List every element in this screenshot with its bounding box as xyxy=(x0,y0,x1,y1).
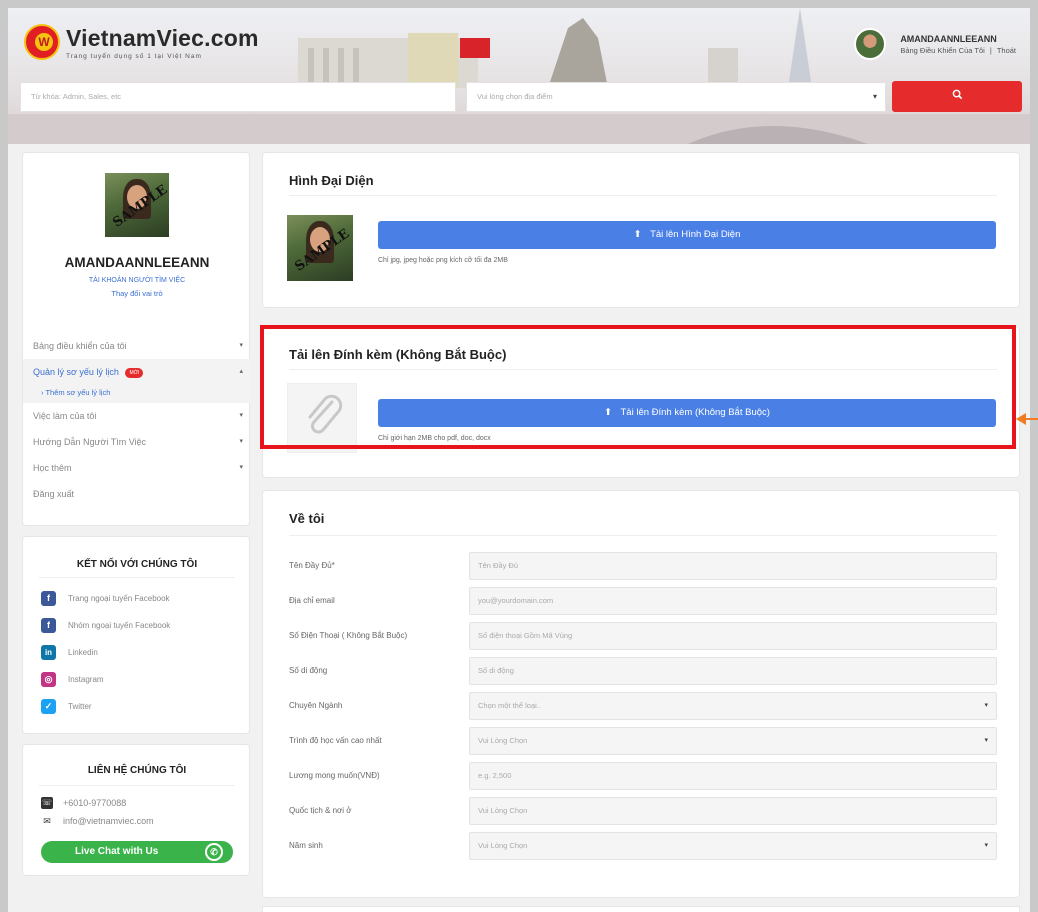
highlight-box xyxy=(260,325,1016,449)
avatar-section-title: Hình Đại Diện xyxy=(289,173,374,188)
next-card-edge xyxy=(262,906,1020,912)
avatar-upload-card: Hình Đại Diện SAMPLE ⬆ Tải lên Hình Đại … xyxy=(262,152,1020,308)
profile-name: AMANDAANNLEEANN xyxy=(64,255,210,270)
facebook-icon: f xyxy=(41,618,56,633)
social-link-linkedin[interactable]: in Linkedin xyxy=(41,645,98,660)
mobile-field[interactable]: Số di động xyxy=(469,657,997,685)
email-field[interactable]: you@yourdomain.com xyxy=(469,587,997,615)
change-role-link[interactable]: Thay đổi vai trò xyxy=(23,289,251,298)
sidebar-item-job-seeker-guide[interactable]: Hướng Dẫn Người Tìm Việc ▾ xyxy=(23,429,251,455)
sidebar-item-dashboard[interactable]: Bảng điều khiển của tôi ▾ xyxy=(23,333,251,359)
chevron-down-icon: ▾ xyxy=(239,412,243,419)
logo-mark-icon: W xyxy=(24,24,60,60)
salary-field[interactable]: e.g. 2,500 xyxy=(469,762,997,790)
nationality-label: Quốc tịch & nơi ở xyxy=(289,806,352,815)
avatar[interactable] xyxy=(854,28,887,60)
phone-icon: ☏ xyxy=(41,797,53,809)
keyword-search-input[interactable]: Từ khóa: Admin, Sales, etc xyxy=(20,82,456,112)
linkedin-icon: in xyxy=(41,645,56,660)
birth-year-select[interactable]: Vui Lòng Chọn ▾ xyxy=(469,832,997,860)
live-chat-button[interactable]: Live Chat with Us ✆ xyxy=(41,841,233,863)
social-link-instagram[interactable]: ◎ Instagram xyxy=(41,672,104,687)
caret-down-icon: ▾ xyxy=(984,842,988,849)
twitter-icon: ✓ xyxy=(41,699,56,714)
sidebar-menu: Bảng điều khiển của tôi ▾ Quản lý sơ yếu… xyxy=(23,333,251,507)
social-link-twitter[interactable]: ✓ Twitter xyxy=(41,699,92,714)
profile-photo: SAMPLE xyxy=(105,173,169,237)
education-select[interactable]: Vui Lòng Chọn ▾ xyxy=(469,727,997,755)
connect-card: KẾT NỐI VỚI CHÚNG TÔI f Trang ngoại tuyế… xyxy=(22,536,250,734)
logout-link[interactable]: Thoát xyxy=(997,46,1016,55)
phone-field[interactable]: Số điện thoại Gồm Mã Vùng xyxy=(469,622,997,650)
specialization-label: Chuyên Ngành xyxy=(289,701,343,710)
connect-title: KẾT NỐI VỚI CHÚNG TÔI xyxy=(76,559,198,570)
sidebar-item-logout[interactable]: Đăng xuất xyxy=(23,481,251,507)
site-logo[interactable]: W VietnamViec.com Trang tuyển dụng số 1 … xyxy=(24,24,259,60)
logo-tagline: Trang tuyển dụng số 1 tại Việt Nam xyxy=(66,52,202,60)
search-button[interactable] xyxy=(892,81,1022,112)
facebook-icon: f xyxy=(41,591,56,606)
link-separator: | xyxy=(989,45,992,55)
sidebar-item-my-jobs[interactable]: Việc làm của tôi ▾ xyxy=(23,403,251,429)
about-section-title: Về tôi xyxy=(289,511,325,526)
social-link-facebook-page[interactable]: f Trang ngoại tuyến Facebook xyxy=(41,591,170,606)
caret-down-icon: ▾ xyxy=(984,702,988,709)
chevron-down-icon: ▾ xyxy=(239,464,243,471)
profile-sidebar-card: SAMPLE AMANDAANNLEEANN TÀI KHOẢN NGƯỜI T… xyxy=(22,152,251,526)
logo-name: VietnamViec.com xyxy=(66,24,259,51)
social-link-facebook-group[interactable]: f Nhóm ngoại tuyến Facebook xyxy=(41,618,170,633)
specialization-select[interactable]: Chọn một thể loại.. ▾ xyxy=(469,692,997,720)
location-select[interactable]: Vui lòng chọn địa điểm ▾ xyxy=(466,82,886,112)
arrow-line xyxy=(1024,418,1038,420)
contact-phone[interactable]: ☏ +6010-9770088 xyxy=(41,797,126,809)
dashboard-link[interactable]: Bảng Điều Khiển Của Tôi xyxy=(900,46,985,55)
education-label: Trình độ học vấn cao nhất xyxy=(289,736,382,745)
chevron-down-icon: ▾ xyxy=(239,438,243,445)
contact-email[interactable]: ✉ info@vietnamviec.com xyxy=(41,815,153,827)
account-role: TÀI KHOẢN NGƯỜI TÌM VIỆC xyxy=(88,277,186,284)
caret-down-icon: ▾ xyxy=(984,737,988,744)
sidebar-item-learn-more[interactable]: Học thêm ▾ xyxy=(23,455,251,481)
salary-label: Lương mong muốn(VNĐ) xyxy=(289,771,380,780)
upload-avatar-button[interactable]: ⬆ Tải lên Hình Đại Diện xyxy=(378,221,996,249)
full-name-label: Tên Đầy Đủ* xyxy=(289,561,335,570)
sidebar-item-resume-management[interactable]: Quản lý sơ yếu lý lịch MỚI ▴ xyxy=(23,359,251,385)
contact-card: LIÊN HỆ CHÚNG TÔI ☏ +6010-9770088 ✉ info… xyxy=(22,744,250,876)
mail-icon: ✉ xyxy=(43,816,51,826)
caret-down-icon: ▾ xyxy=(872,92,877,101)
phone-label: Số Điện Thoại ( Không Bắt Buộc) xyxy=(289,631,408,640)
location-select-value: Vui lòng chọn địa điểm xyxy=(477,92,553,101)
mobile-label: Số di động xyxy=(289,666,328,675)
whatsapp-icon: ✆ xyxy=(205,843,223,861)
chevron-down-icon: ▾ xyxy=(239,342,243,349)
site-header: W VietnamViec.com Trang tuyển dụng số 1 … xyxy=(8,8,1030,144)
header-user-name: AMANDAANNLEEANN xyxy=(900,33,997,44)
about-me-card: Về tôi Tên Đầy Đủ* Tên Đầy Đủ Địa chỉ em… xyxy=(262,490,1020,898)
birth-year-label: Năm sinh xyxy=(289,841,323,850)
user-menu: AMANDAANNLEEANN Bảng Điều Khiển Của Tôi … xyxy=(854,28,1016,60)
full-name-field[interactable]: Tên Đầy Đủ xyxy=(469,552,997,580)
avatar-preview: SAMPLE xyxy=(287,215,353,281)
email-label: Địa chỉ email xyxy=(289,596,335,605)
avatar-hint: Chỉ jpg, jpeg hoặc png kích cỡ tối đa 2M… xyxy=(378,257,508,264)
sidebar-subitem-add-resume[interactable]: › Thêm sơ yếu lý lịch xyxy=(23,385,251,403)
new-badge: MỚI xyxy=(125,368,144,378)
chevron-up-icon: ▴ xyxy=(239,368,243,375)
page-frame: W VietnamViec.com Trang tuyển dụng số 1 … xyxy=(8,8,1030,912)
instagram-icon: ◎ xyxy=(41,672,56,687)
search-icon xyxy=(952,89,962,100)
nationality-field[interactable]: Vui Lòng Chọn xyxy=(469,797,997,825)
contact-title: LIÊN HỆ CHÚNG TÔI xyxy=(87,765,187,776)
upload-icon: ⬆ xyxy=(633,229,642,240)
